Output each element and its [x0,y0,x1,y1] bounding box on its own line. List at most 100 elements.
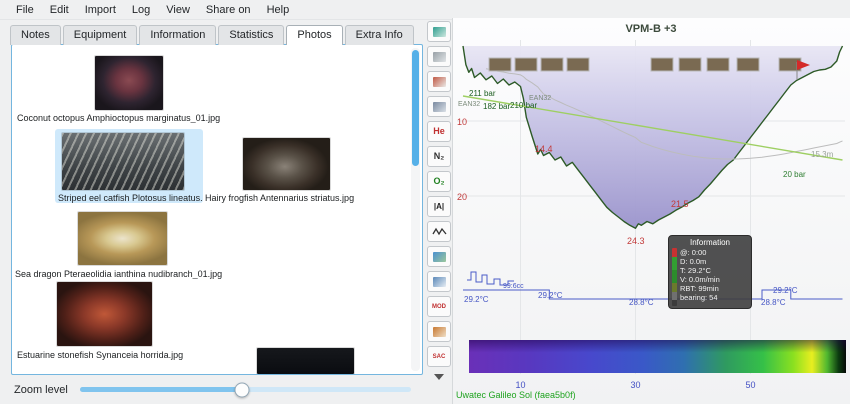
profile-label: 29.2°C [773,286,798,295]
tab-photos[interactable]: Photos [286,25,342,45]
toggle-pn2-graph[interactable]: N₂ [427,146,451,167]
zoom-slider-handle[interactable] [235,382,250,397]
toggle-ruler-icon [433,277,446,287]
time-axis-tick: 30 [630,380,640,390]
toggle-tissues[interactable] [427,96,451,117]
toggle-heart-rate[interactable] [427,221,451,242]
photo-caption: Coconut octopus Amphioctopus marginatus_… [17,113,220,123]
surface-photo-marker[interactable] [707,58,729,71]
profile-label: 182 bar [483,102,510,111]
tissue-heatmap [469,340,846,373]
scroll-down-chevron-icon[interactable] [434,374,444,385]
toggle-dive-mode-icon [433,27,446,37]
menu-item-help[interactable]: Help [259,2,298,18]
tab-notes[interactable]: Notes [10,25,61,45]
toggle-dive-mode[interactable] [427,21,451,42]
infobox-rows: @: 0:00D: 0.0mT: 29.2°CV: 0.0m/minRBT: 9… [680,248,720,306]
profile-label: 24.3 [627,236,645,246]
profile-label: 28.8°C [629,298,654,307]
toggle-sac[interactable]: SAC [427,346,451,367]
surface-photo-marker[interactable] [567,58,589,71]
time-axis-tick: 50 [745,380,755,390]
toggle-mod[interactable]: MOD [427,296,451,317]
profile-label: EAN32 [458,101,480,108]
photo-caption: Sea dragon Pteraeolidia ianthina nudibra… [15,269,222,279]
depth-profile-area[interactable] [463,46,843,228]
menu-item-log[interactable]: Log [124,2,158,18]
tab-information[interactable]: Information [139,25,216,45]
toggle-ruler[interactable] [427,271,451,292]
photo-list[interactable]: Coconut octopus Amphioctopus marginatus_… [11,44,423,375]
toggle-photos-icon [433,252,446,262]
surface-photo-marker[interactable] [679,58,701,71]
toggle-calc-ceiling[interactable] [427,71,451,92]
zoom-level-label: Zoom level [14,384,68,396]
infobox-strip-segment [672,270,677,283]
toggle-po2-graph[interactable]: O₂ [427,171,451,192]
heart-rate-icon [432,226,447,237]
menu-item-file[interactable]: File [8,2,42,18]
toggle-phe-graph[interactable]: He [427,121,451,142]
surface-photo-marker[interactable] [489,58,511,71]
tab-extra-info[interactable]: Extra Info [345,25,414,45]
toggle-mean-depth-label: |A| [434,203,444,211]
infobox-strip-segment [672,292,677,300]
zoom-slider-fill [80,387,242,392]
profile-infobox: Information @: 0:00D: 0.0mT: 29.2°CV: 0.… [668,235,752,309]
profile-label: 20 bar [783,170,806,179]
menu-item-edit[interactable]: Edit [42,2,77,18]
profile-label: 210 bar [510,101,537,110]
zoom-slider[interactable] [80,387,411,392]
toggle-po2-graph-label: O₂ [434,177,445,186]
menubar: FileEditImportLogViewShare onHelp [0,0,850,20]
tab-statistics[interactable]: Statistics [218,25,284,45]
toggle-mean-depth[interactable]: |A| [427,196,451,217]
depth-axis-tick: 10 [457,117,467,127]
infobox-strip-segment [672,248,677,257]
photo-thumbnail[interactable] [95,56,163,110]
toggle-photos[interactable] [427,246,451,267]
infobox-color-strip [672,248,677,306]
toggle-pn2-graph-label: N₂ [434,152,445,161]
menu-item-import[interactable]: Import [77,2,124,18]
menu-item-view[interactable]: View [158,2,198,18]
photo-list-scrollbar[interactable] [411,48,420,371]
infobox-row: RBT: 99min [680,284,720,293]
profile-label: 15.3m [811,150,834,159]
photo-thumbnail[interactable] [57,282,152,346]
surface-photo-marker[interactable] [541,58,563,71]
photo-thumbnail[interactable] [62,133,184,190]
infobox-strip-segment [672,300,677,306]
photo-caption: Estuarine stonefish Synanceia horrida.jp… [17,350,183,360]
profile-label: 29.2°C [464,295,489,304]
profile-label: 14.4 [535,144,553,154]
toggle-ceiling[interactable] [427,46,451,67]
photo-thumbnail[interactable] [78,212,167,265]
photo-thumbnail[interactable] [257,348,354,374]
profile-label: 28.8°C [761,298,786,307]
toggle-dc-reported-icon [433,327,446,337]
photo-caption: Hairy frogfish Antennarius striatus.jpg [205,193,354,203]
toggle-dc-reported[interactable] [427,321,451,342]
infobox-row: V: 0.0m/min [680,275,720,284]
menu-item-share-on[interactable]: Share on [198,2,259,18]
profile-label: 99:6cc [503,283,524,290]
toggle-tissues-icon [433,102,446,112]
dive-profile-panel[interactable]: 1020103050211 barEAN32182 barEAN32210 ba… [452,18,850,404]
infobox-strip-segment [672,257,677,270]
photo-thumbnail[interactable] [243,138,330,190]
profile-label: 211 bar [469,89,496,98]
surface-photo-marker[interactable] [515,58,537,71]
profile-toolbar: He N₂ O₂ |A| MOD SAC [426,21,452,385]
tab-bar: NotesEquipmentInformationStatisticsPhoto… [10,25,416,45]
deco-model-title: VPM-B +3 [625,23,676,35]
toggle-phe-graph-label: He [433,127,445,136]
surface-photo-marker[interactable] [651,58,673,71]
infobox-row: @: 0:00 [680,248,720,257]
surface-photo-marker[interactable] [737,58,759,71]
infobox-row: bearing: 54 [680,293,720,302]
infobox-title: Information [672,238,748,247]
scrollbar-thumb[interactable] [412,50,419,166]
tab-equipment[interactable]: Equipment [63,25,138,45]
device-label: Uwatec Galileo Sol (faea5b0f) [456,390,576,400]
